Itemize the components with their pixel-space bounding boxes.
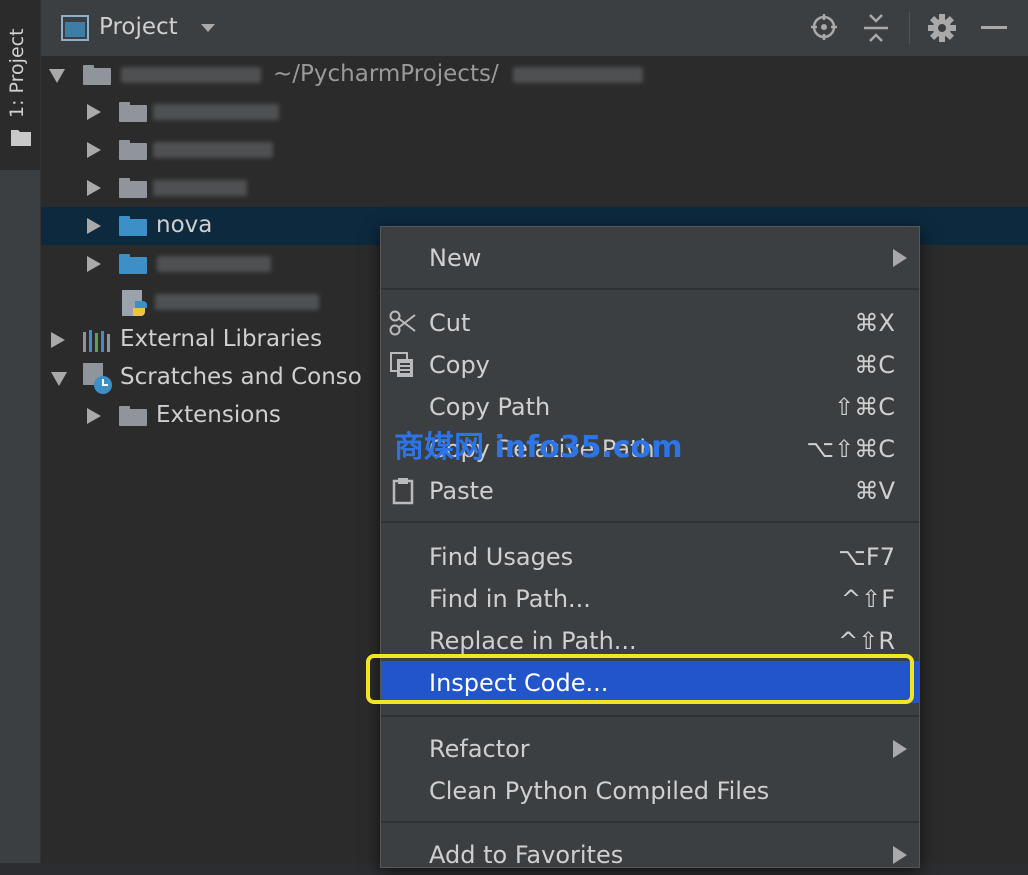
menu-shortcut: ⌘V [854, 477, 895, 505]
menu-separator [381, 521, 919, 523]
tree-item-label: Extensions [156, 402, 281, 428]
folder-icon [83, 65, 111, 85]
menu-shortcut: ^⇧F [840, 585, 895, 613]
redacted-text [157, 256, 271, 272]
panel-title[interactable]: Project [99, 14, 178, 40]
tree-row[interactable] [41, 93, 1028, 131]
menu-shortcut: ⌘C [854, 351, 895, 379]
folder-icon [119, 178, 147, 198]
menu-item-label: Paste [429, 477, 494, 505]
menu-item-add-to-favorites[interactable]: Add to Favorites [381, 833, 919, 875]
folder-icon [119, 140, 147, 160]
expanded-arrow-icon[interactable] [49, 69, 65, 83]
menu-shortcut: ⌥F7 [838, 543, 895, 571]
menu-item-paste[interactable]: Paste ⌘V [381, 469, 919, 511]
menu-item-label: Clean Python Compiled Files [429, 777, 770, 805]
redacted-text [153, 104, 279, 120]
copy-icon [390, 352, 413, 377]
collapsed-arrow-icon[interactable] [87, 180, 101, 196]
tree-item-label: External Libraries [120, 326, 323, 352]
tree-item-label: Scratches and Conso [120, 364, 362, 390]
context-menu: New Cut ⌘X Copy ⌘C Copy Path ⇧⌘C Copy Re… [380, 226, 920, 869]
menu-item-find-in-path[interactable]: Find in Path... ^⇧F [381, 577, 919, 619]
menu-item-label: Cut [429, 309, 471, 337]
scratches-icon [83, 363, 112, 394]
menu-item-label: Refactor [429, 735, 530, 763]
tree-row[interactable] [41, 131, 1028, 169]
menu-separator [381, 821, 919, 823]
menu-item-label: New [429, 244, 482, 272]
menu-shortcut: ⌘X [854, 309, 895, 337]
tree-item-label: nova [156, 212, 213, 238]
gear-icon[interactable] [927, 13, 957, 43]
collapse-all-icon[interactable] [862, 13, 890, 43]
menu-item-label: Replace in Path... [429, 627, 637, 655]
menu-item-copy[interactable]: Copy ⌘C [381, 343, 919, 385]
tree-row-root[interactable]: ~/PycharmProjects/ [41, 56, 1028, 94]
folder-icon [119, 254, 147, 274]
redacted-text [121, 67, 261, 83]
project-tool-tab[interactable]: 1: Project [0, 0, 40, 170]
clipboard-icon [392, 478, 414, 505]
project-window-icon [61, 15, 89, 41]
menu-item-label: Copy Path [429, 393, 551, 421]
watermark: 商媒网 info35.com [394, 430, 683, 465]
root-path: ~/PycharmProjects/ [273, 61, 499, 87]
menu-item-cut[interactable]: Cut ⌘X [381, 301, 919, 343]
collapsed-arrow-icon[interactable] [87, 256, 101, 272]
locate-target-icon[interactable] [810, 13, 838, 41]
menu-item-find-usages[interactable]: Find Usages ⌥F7 [381, 535, 919, 577]
scissors-icon [389, 310, 416, 336]
folder-icon [119, 102, 147, 122]
menu-item-new[interactable]: New [381, 236, 919, 278]
library-icon [83, 330, 110, 352]
submenu-arrow-icon [893, 846, 907, 864]
menu-item-label: Copy [429, 351, 490, 379]
menu-item-clean-python[interactable]: Clean Python Compiled Files [381, 769, 919, 811]
redacted-text [153, 142, 273, 158]
project-panel-header: Project [41, 0, 1028, 56]
collapsed-arrow-icon[interactable] [87, 142, 101, 158]
submenu-arrow-icon [893, 249, 907, 267]
collapsed-arrow-icon[interactable] [51, 332, 65, 348]
redacted-text [155, 294, 319, 310]
menu-separator [381, 715, 919, 717]
python-file-icon [122, 290, 147, 316]
menu-item-label: Find Usages [429, 543, 574, 571]
tool-window-strip: 1: Project [0, 0, 41, 863]
menu-item-label: Add to Favorites [429, 841, 624, 869]
header-separator [909, 12, 910, 44]
menu-item-copy-path[interactable]: Copy Path ⇧⌘C [381, 385, 919, 427]
highlight-annotation [366, 654, 914, 704]
project-tool-tab-label: 1: Project [6, 28, 28, 118]
menu-shortcut: ⌥⇧⌘C [806, 435, 895, 463]
tree-row[interactable] [41, 169, 1028, 207]
collapsed-arrow-icon[interactable] [87, 218, 101, 234]
folder-icon [119, 406, 147, 426]
redacted-text [513, 67, 643, 83]
folder-icon [11, 130, 31, 146]
expanded-arrow-icon[interactable] [51, 372, 67, 386]
redacted-text [153, 180, 247, 196]
menu-separator [381, 288, 919, 290]
collapsed-arrow-icon[interactable] [87, 104, 101, 120]
menu-item-label: Find in Path... [429, 585, 591, 613]
menu-shortcut: ⇧⌘C [834, 393, 895, 421]
folder-icon [119, 216, 147, 236]
menu-item-refactor[interactable]: Refactor [381, 727, 919, 769]
chevron-down-icon[interactable] [201, 24, 215, 33]
menu-shortcut: ^⇧R [838, 627, 895, 655]
collapsed-arrow-icon[interactable] [87, 408, 101, 424]
submenu-arrow-icon [893, 740, 907, 758]
minimize-icon[interactable] [981, 26, 1007, 30]
